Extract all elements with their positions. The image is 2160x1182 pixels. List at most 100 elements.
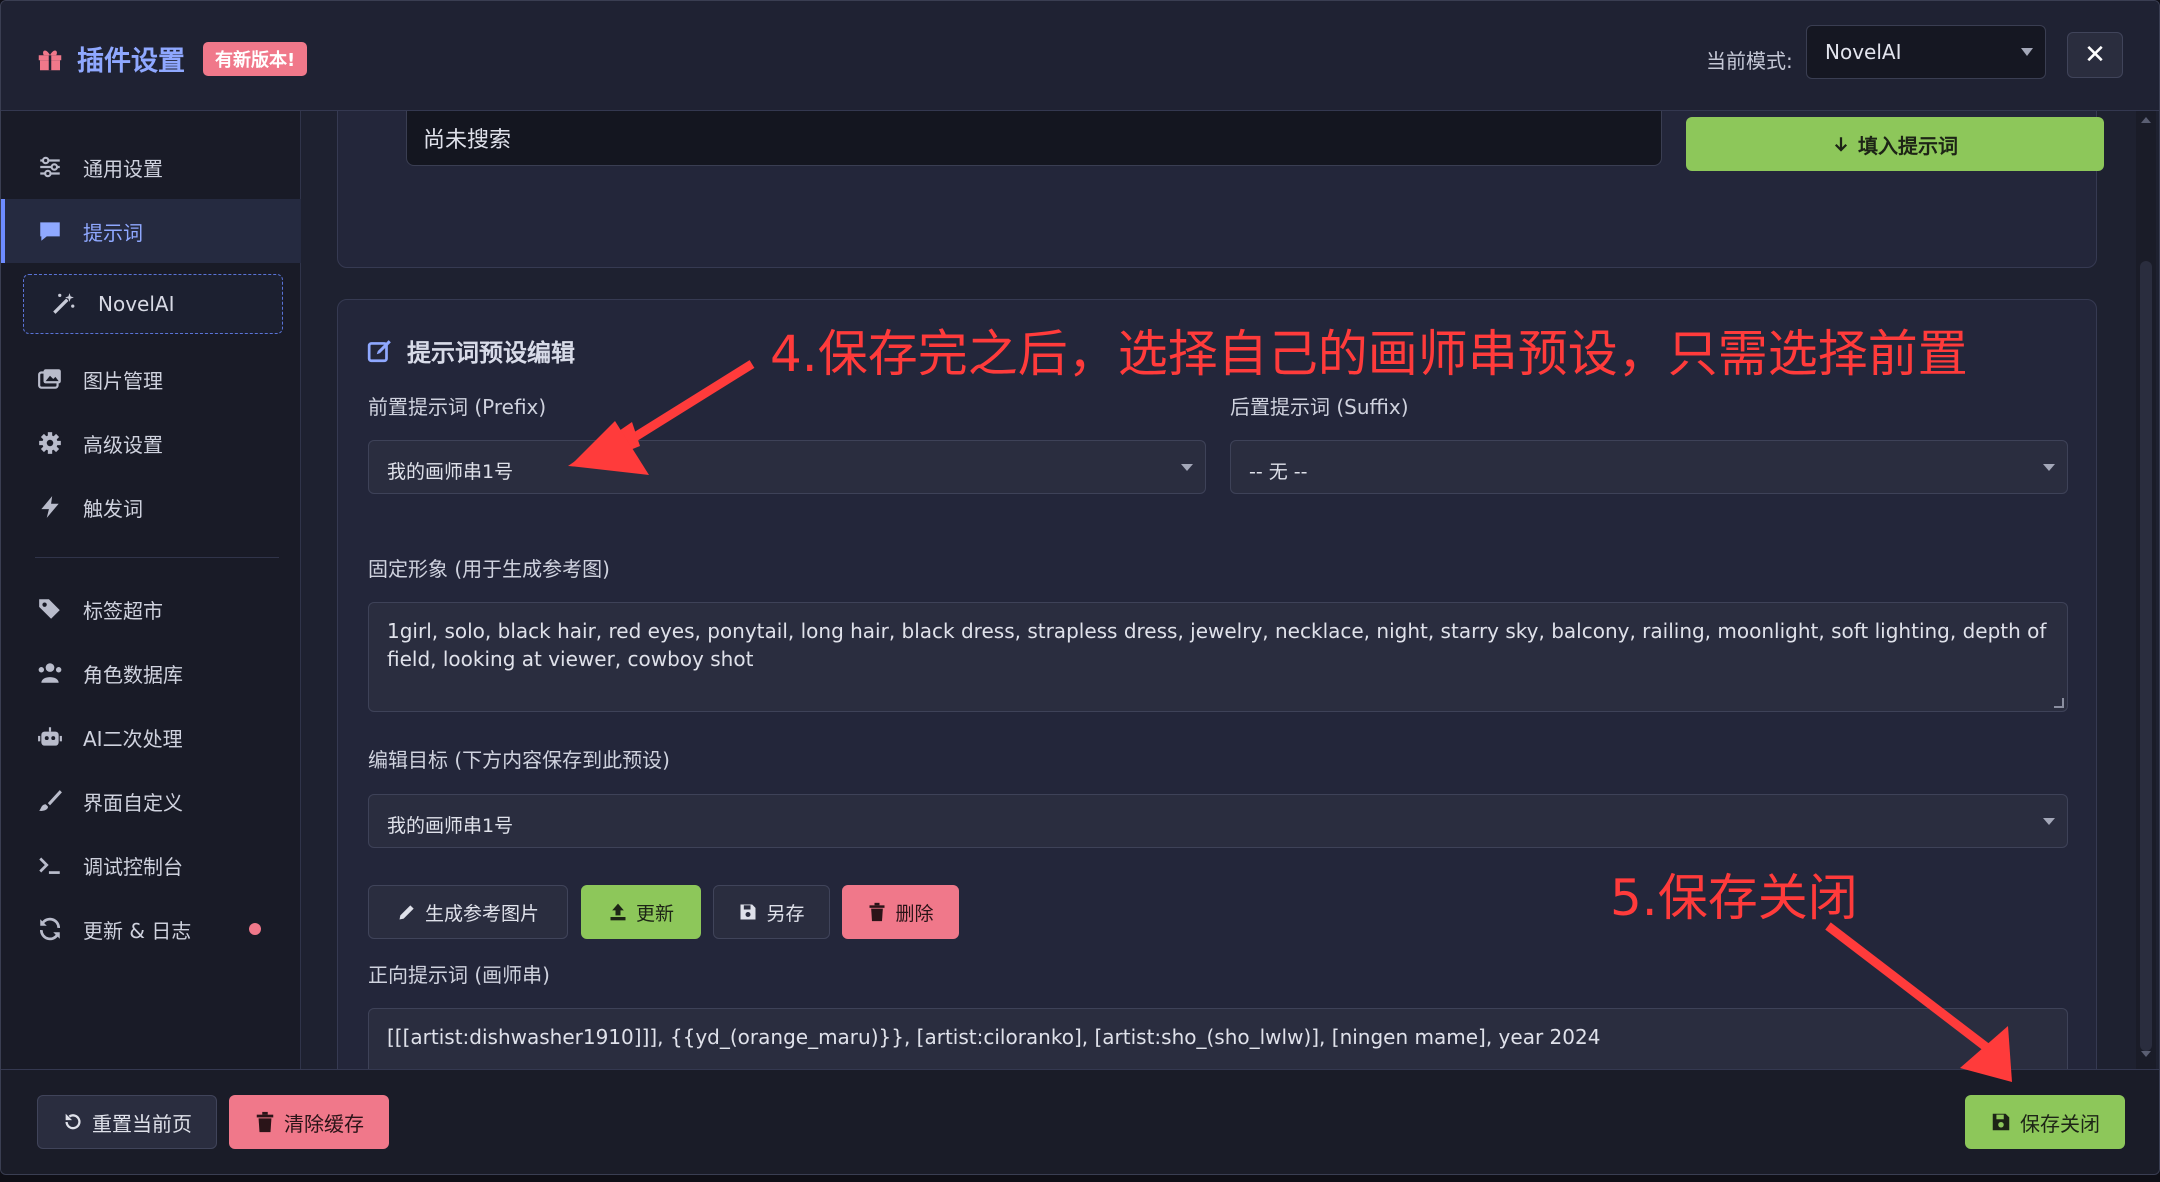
edit-target-value: 我的画师串1号	[387, 815, 514, 837]
fill-prompt-button[interactable]: 填入提示词	[1686, 117, 2104, 171]
save-as-label: 另存	[766, 902, 805, 925]
save-close-label: 保存关闭	[2020, 1111, 2100, 1136]
floppy-icon	[1992, 1113, 2010, 1131]
generate-reference-label: 生成参考图片	[424, 902, 539, 925]
sidebar-item-label: 更新 & 日志	[83, 918, 192, 943]
sidebar-item-label: 通用设置	[83, 156, 163, 181]
main-scrollbar[interactable]	[2136, 111, 2156, 1069]
scroll-up-icon[interactable]	[2141, 117, 2151, 123]
sidebar-item-label: 角色数据库	[83, 662, 183, 687]
floppy-icon	[740, 904, 756, 920]
chevron-down-icon	[2043, 818, 2055, 825]
suffix-select-value: -- 无 --	[1249, 461, 1308, 483]
clear-cache-label: 清除缓存	[284, 1111, 364, 1136]
sidebar-item-label: 图片管理	[83, 368, 163, 393]
edit-target-select[interactable]: 我的画师串1号	[368, 794, 2068, 848]
chevron-down-icon	[2021, 48, 2033, 56]
editor-title-text: 提示词预设编辑	[407, 339, 575, 367]
fixed-appearance-textarea[interactable]: 1girl, solo, black hair, red eyes, ponyt…	[368, 602, 2068, 712]
clear-cache-button[interactable]: 清除缓存	[229, 1095, 389, 1149]
sliders-icon	[40, 156, 60, 178]
gear-icon	[39, 432, 61, 454]
settings-window: 插件设置 有新版本! 当前模式: NovelAI ✕ 通用设置 提示词 Nove…	[0, 0, 2160, 1175]
trash-icon	[869, 902, 885, 922]
scrollbar-thumb[interactable]	[2140, 261, 2152, 1051]
annotation-step4: 4.保存完之后，选择自己的画师串预设，只需选择前置	[770, 325, 1968, 383]
trash-icon	[256, 1111, 274, 1133]
magic-wand-icon	[53, 293, 75, 314]
sidebar-item-tag-market[interactable]: 标签超市	[1, 581, 301, 637]
gift-icon	[38, 50, 62, 70]
close-button[interactable]: ✕	[2067, 32, 2123, 78]
comment-icon	[40, 222, 60, 241]
main-content: 尚未搜索 填入提示词 提示词预设编辑 前置提示词 (Prefix) 我的画师串1…	[301, 111, 2136, 1069]
robot-icon	[38, 727, 62, 746]
mode-select[interactable]: NovelAI	[1806, 25, 2046, 79]
fill-prompt-label: 填入提示词	[1858, 133, 1958, 158]
images-icon	[38, 369, 61, 389]
edit-target-label: 编辑目标 (下方内容保存到此预设)	[368, 748, 670, 772]
mode-select-value: NovelAI	[1825, 40, 1902, 64]
editor-title: 提示词预设编辑	[367, 333, 575, 368]
sidebar-item-label: AI二次处理	[83, 726, 183, 751]
upload-icon	[610, 903, 626, 921]
reset-page-button[interactable]: 重置当前页	[37, 1095, 217, 1149]
sidebar-item-ai-process[interactable]: AI二次处理	[1, 709, 301, 765]
page-title: 插件设置	[77, 46, 185, 77]
fixed-appearance-text: 1girl, solo, black hair, red eyes, ponyt…	[387, 619, 2047, 671]
suffix-select[interactable]: -- 无 --	[1230, 440, 2068, 494]
save-as-button[interactable]: 另存	[713, 885, 830, 939]
resize-handle-icon[interactable]	[2054, 698, 2064, 708]
search-result-box: 尚未搜索	[406, 111, 1662, 166]
sidebar-item-label: 界面自定义	[83, 790, 183, 815]
prefix-select-value: 我的画师串1号	[387, 461, 514, 483]
new-version-badge[interactable]: 有新版本!	[203, 41, 308, 76]
positive-prompt-label: 正向提示词 (画师串)	[368, 963, 550, 987]
sidebar-item-triggers[interactable]: 触发词	[1, 479, 301, 535]
sidebar-item-ui-custom[interactable]: 界面自定义	[1, 773, 301, 829]
chevron-down-icon	[2043, 464, 2055, 471]
positive-prompt-text: [[[artist:dishwasher1910]]], {{yd_(orang…	[387, 1025, 1601, 1049]
header-bar: 插件设置 有新版本! 当前模式: NovelAI ✕	[1, 1, 2159, 111]
sidebar: 通用设置 提示词 NovelAI 图片管理 高级设置 触发词 标签超市 角色数据…	[1, 111, 301, 1069]
brand: 插件设置 有新版本!	[35, 39, 308, 78]
sync-icon	[39, 917, 61, 941]
sidebar-item-label: 触发词	[83, 496, 143, 521]
sidebar-item-images[interactable]: 图片管理	[1, 351, 301, 407]
save-close-button[interactable]: 保存关闭	[1965, 1095, 2125, 1149]
reset-page-label: 重置当前页	[92, 1111, 192, 1136]
positive-prompt-textarea[interactable]: [[[artist:dishwasher1910]]], {{yd_(orang…	[368, 1008, 2068, 1069]
chevron-down-icon	[1181, 464, 1193, 471]
search-card: 尚未搜索 填入提示词	[337, 111, 2104, 268]
tags-icon	[39, 599, 60, 619]
suffix-label: 后置提示词 (Suffix)	[1230, 395, 1409, 419]
sidebar-item-label: 调试控制台	[83, 854, 183, 879]
sidebar-divider	[35, 557, 279, 558]
annotation-step5: 5.保存关闭	[1610, 869, 1858, 927]
edit-icon	[367, 339, 391, 362]
update-notification-dot	[249, 923, 261, 935]
brush-icon	[39, 790, 62, 811]
users-icon	[38, 663, 62, 683]
update-button[interactable]: 更新	[581, 885, 701, 939]
sidebar-item-label: 高级设置	[83, 432, 163, 457]
footer-bar: 重置当前页 清除缓存 保存关闭	[1, 1069, 2159, 1174]
sidebar-item-character-db[interactable]: 角色数据库	[1, 645, 301, 701]
undo-icon	[65, 1113, 81, 1130]
sidebar-item-prompts[interactable]: 提示词	[1, 199, 301, 263]
scroll-down-icon[interactable]	[2141, 1051, 2151, 1057]
sidebar-item-advanced[interactable]: 高级设置	[1, 415, 301, 471]
prefix-select[interactable]: 我的画师串1号	[368, 440, 1206, 494]
terminal-icon	[39, 857, 60, 874]
pencil-icon	[399, 905, 414, 920]
sidebar-item-general[interactable]: 通用设置	[1, 139, 301, 195]
sidebar-item-debug-console[interactable]: 调试控制台	[1, 837, 301, 893]
sidebar-item-label: NovelAI	[98, 292, 175, 316]
arrow-down-icon	[1834, 137, 1848, 152]
generate-reference-button[interactable]: 生成参考图片	[368, 885, 568, 939]
delete-button[interactable]: 删除	[842, 885, 959, 939]
update-label: 更新	[635, 902, 674, 925]
delete-label: 删除	[895, 902, 934, 925]
sidebar-item-novelai[interactable]: NovelAI	[23, 274, 283, 334]
prefix-label: 前置提示词 (Prefix)	[368, 395, 547, 419]
